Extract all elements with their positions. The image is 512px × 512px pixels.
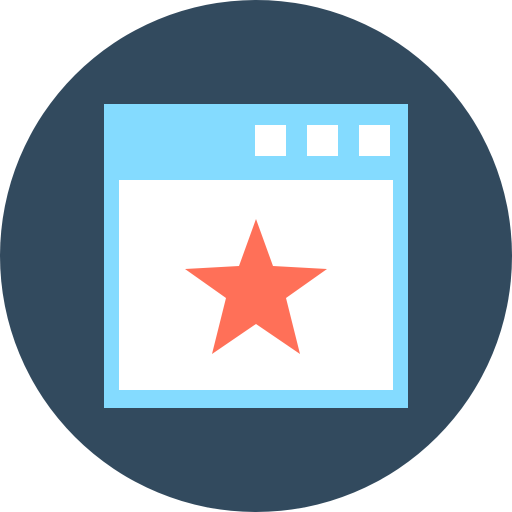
favorite-webpage-icon [0, 0, 512, 512]
window-control-buttons [255, 125, 390, 156]
window-button-1 [255, 125, 286, 156]
window-button-3 [359, 125, 390, 156]
icon-svg [0, 0, 512, 512]
window-button-2 [307, 125, 338, 156]
